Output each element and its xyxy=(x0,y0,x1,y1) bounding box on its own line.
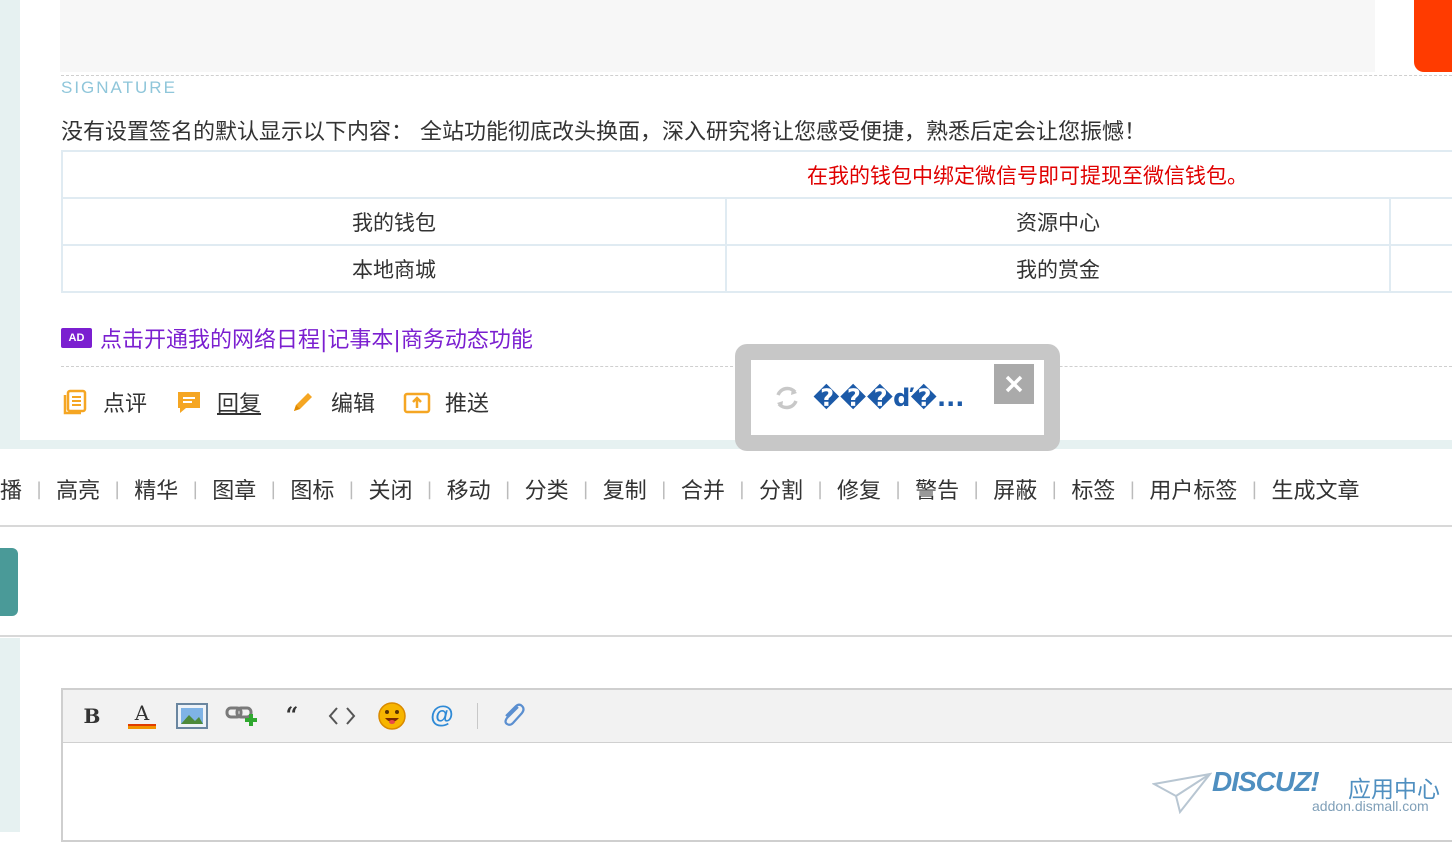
font-color-icon[interactable]: A xyxy=(123,700,161,732)
side-float-tab[interactable] xyxy=(1414,0,1452,72)
edit-label: 编辑 xyxy=(331,392,376,417)
loading-popup: ���ď�... xyxy=(735,344,1060,451)
smiley-icon[interactable] xyxy=(373,700,411,732)
close-icon xyxy=(1005,375,1023,393)
comment-list-icon xyxy=(61,388,89,416)
section-strip xyxy=(0,440,1452,449)
separator: | xyxy=(973,478,980,500)
push-upload-icon xyxy=(403,388,431,416)
separator: | xyxy=(192,478,199,500)
divider xyxy=(0,525,1452,527)
reply-bubble-icon xyxy=(175,388,203,416)
loading-text: ���ď�... xyxy=(813,383,965,412)
quote-icon[interactable]: “ xyxy=(273,700,311,732)
reply-button[interactable]: 回复 xyxy=(175,386,261,418)
edit-button[interactable]: 编辑 xyxy=(289,386,375,418)
separator: | xyxy=(1129,478,1136,500)
left-rail xyxy=(0,638,20,832)
ad-badge: AD xyxy=(61,328,92,348)
divider xyxy=(0,635,1452,637)
mod-broadcast[interactable]: 播 xyxy=(0,473,22,505)
editor-toolbar: B A “ @ xyxy=(63,690,1452,743)
signature-table: 在我的钱包中绑定微信号即可提现至微信钱包。 我的钱包 资源中心 本地商城 我的赏… xyxy=(61,150,1452,293)
divider xyxy=(61,75,1452,76)
mod-copy[interactable]: 复制 xyxy=(603,473,647,505)
signature-default-text: 没有设置签名的默认显示以下内容： 全站功能彻底改头换面，深入研究将让您感受便捷，… xyxy=(61,120,1146,145)
push-button[interactable]: 推送 xyxy=(403,386,489,418)
watermark: DISCUZ! 应用中心 addon.dismall.com xyxy=(1152,766,1442,826)
link-my-bounty[interactable]: 我的赏金 xyxy=(725,244,1391,293)
separator: | xyxy=(348,478,355,500)
separator: | xyxy=(582,478,589,500)
link-local-mall[interactable]: 本地商城 xyxy=(61,244,727,293)
mod-category[interactable]: 分类 xyxy=(525,473,569,505)
separator: | xyxy=(816,478,824,500)
mod-tag[interactable]: 标签 xyxy=(1071,473,1115,505)
svg-text:A: A xyxy=(134,701,150,725)
separator: | xyxy=(738,478,745,500)
separator: | xyxy=(504,478,511,500)
separator: | xyxy=(426,478,433,500)
image-icon[interactable] xyxy=(173,700,211,732)
left-rail xyxy=(0,0,20,440)
mod-icon[interactable]: 图标 xyxy=(290,473,334,505)
mod-merge[interactable]: 合并 xyxy=(681,473,725,505)
separator: | xyxy=(270,478,277,500)
side-teal-tab[interactable] xyxy=(0,548,18,616)
pencil-icon xyxy=(289,388,317,416)
moderation-toolbar: 播 | 高亮 | 精华 | 图章 | 图标 | 关闭 | 移动 | 分类 | 复… xyxy=(0,465,1360,513)
watermark-url: addon.dismall.com xyxy=(1312,798,1429,814)
bold-icon[interactable]: B xyxy=(73,700,111,732)
link-my-wallet[interactable]: 我的钱包 xyxy=(61,197,727,246)
mod-generate-article[interactable]: 生成文章 xyxy=(1272,473,1360,505)
paper-plane-icon xyxy=(1152,772,1212,814)
separator: | xyxy=(36,478,43,500)
link-cell-empty xyxy=(1389,197,1452,246)
comment-button[interactable]: 点评 xyxy=(61,386,147,418)
loading-spinner-icon xyxy=(773,383,801,413)
toolbar-separator xyxy=(477,703,478,729)
link-add-icon[interactable] xyxy=(223,700,261,732)
separator: | xyxy=(895,478,902,500)
link-resource-center[interactable]: 资源中心 xyxy=(725,197,1391,246)
ad-line: AD 点击开通我的网络日程|记事本|商务动态功能 xyxy=(61,322,533,354)
mod-split[interactable]: 分割 xyxy=(759,473,803,505)
mod-block[interactable]: 屏蔽 xyxy=(993,473,1037,505)
reply-label: 回复 xyxy=(217,392,262,417)
watermark-brand: DISCUZ! xyxy=(1212,766,1320,797)
close-button[interactable] xyxy=(994,364,1034,404)
link-cell-empty xyxy=(1389,244,1452,293)
code-icon[interactable] xyxy=(323,700,361,732)
separator: | xyxy=(1251,478,1258,500)
push-label: 推送 xyxy=(445,392,490,417)
mod-move[interactable]: 移动 xyxy=(447,473,491,505)
signature-label: SIGNATURE xyxy=(61,78,177,97)
mod-digest[interactable]: 精华 xyxy=(134,473,178,505)
attachment-icon[interactable] xyxy=(494,700,532,732)
mod-highlight[interactable]: 高亮 xyxy=(56,473,100,505)
comment-label: 点评 xyxy=(103,392,148,417)
separator: | xyxy=(114,478,121,500)
separator: | xyxy=(660,478,667,500)
mod-close[interactable]: 关闭 xyxy=(368,473,412,505)
mod-stamp[interactable]: 图章 xyxy=(212,473,256,505)
mod-user-tag[interactable]: 用户标签 xyxy=(1149,473,1237,505)
post-body-area xyxy=(60,0,1375,72)
ad-link[interactable]: 点击开通我的网络日程|记事本|商务动态功能 xyxy=(100,322,533,354)
wallet-notice: 在我的钱包中绑定微信号即可提现至微信钱包。 xyxy=(61,150,1452,199)
separator: | xyxy=(1051,478,1058,500)
mention-icon[interactable]: @ xyxy=(423,700,461,732)
post-actions: 点评 回复 编辑 推送 xyxy=(61,386,517,418)
mod-warn[interactable]: 警告 xyxy=(915,473,959,505)
mod-repair[interactable]: 修复 xyxy=(837,473,881,505)
